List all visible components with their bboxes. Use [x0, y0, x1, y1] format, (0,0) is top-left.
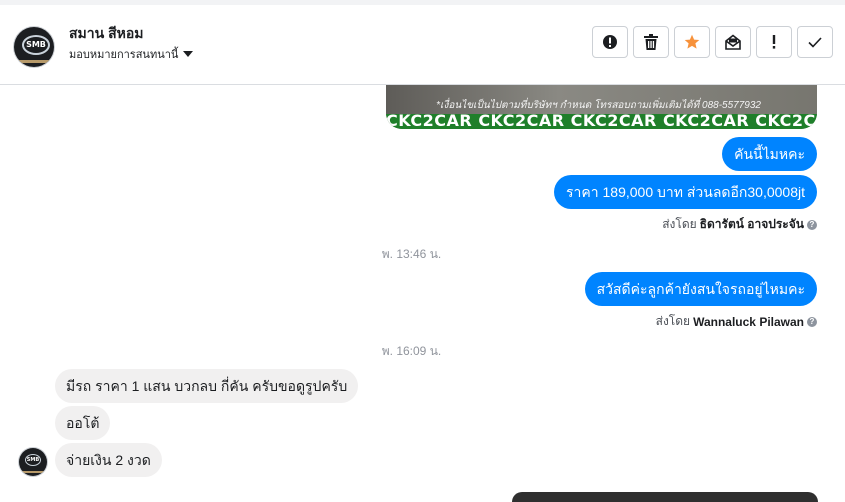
outgoing-message[interactable]: สวัสดีค่ะลูกค้ายังสนใจรถอยู่ไหมคะ	[584, 272, 817, 306]
check-icon	[808, 37, 822, 48]
avatar-logo: SMB	[22, 35, 50, 55]
done-button[interactable]	[797, 26, 833, 58]
contact-name[interactable]: สมาน สีหอม	[69, 23, 144, 45]
next-message-preview[interactable]	[512, 492, 818, 502]
contact-avatar[interactable]: SMB	[19, 448, 47, 476]
spam-button[interactable]	[592, 26, 628, 58]
help-icon[interactable]: ?	[807, 219, 817, 230]
star-button[interactable]	[674, 26, 710, 58]
outgoing-message[interactable]: ราคา 189,000 บาท ส่วนลดอีก30,0008jt	[554, 175, 817, 209]
assign-conversation-dropdown[interactable]: มอบหมายการสนทนานี้	[69, 45, 194, 63]
incoming-message[interactable]: มีรถ ราคา 1 แสน บวกลบ กี่คัน ครับขอดูรูป…	[55, 369, 359, 403]
sender-name[interactable]: Wannaluck Pilawan	[693, 315, 804, 329]
timestamp: พ. 16:09 น.	[381, 344, 442, 358]
caret-down-icon	[183, 51, 194, 57]
image-attachment[interactable]: *เงื่อนไขเป็นไปตามที่บริษัทฯ กำหนด โทรสอ…	[386, 85, 817, 129]
conversation-header: SMB สมาน สีหอม มอบหมายการสนทนานี้	[0, 5, 845, 85]
header-actions	[592, 26, 833, 58]
help-icon[interactable]: ?	[807, 316, 817, 327]
alert-circle-icon	[603, 35, 617, 49]
sent-by-prefix: ส่งโดย	[655, 314, 691, 328]
assign-label: มอบหมายการสนทนานี้	[69, 49, 179, 61]
sender-name[interactable]: ธิดารัตน์ อาจประจัน	[700, 215, 804, 234]
image-brand-strip: CKC2CAR CKC2CAR CKC2CAR CKC2CAR CKC2CAR …	[386, 111, 817, 129]
avatar-logo: SMB	[25, 454, 41, 466]
trash-icon	[644, 34, 658, 50]
important-button[interactable]	[756, 26, 792, 58]
delete-button[interactable]	[633, 26, 669, 58]
avatar-band	[14, 60, 54, 63]
avatar-band	[19, 471, 47, 473]
unread-button[interactable]	[715, 26, 751, 58]
star-icon	[684, 34, 700, 49]
envelope-icon	[725, 34, 741, 50]
incoming-message[interactable]: จ่ายเงิน 2 งวด	[55, 443, 162, 477]
page-avatar[interactable]: SMB	[14, 27, 54, 67]
exclamation-icon	[772, 35, 776, 49]
sent-by-label: ส่งโดย Wannaluck Pilawan ?	[656, 312, 817, 331]
outgoing-message[interactable]: คันนี้ไมหคะ	[722, 137, 817, 171]
message-thread[interactable]: *เงื่อนไขเป็นไปตามที่บริษัทฯ กำหนด โทรสอ…	[0, 85, 845, 502]
incoming-message[interactable]: ออโต้	[55, 406, 111, 440]
timestamp: พ. 13:46 น.	[381, 247, 442, 261]
sent-by-prefix: ส่งโดย	[662, 217, 697, 231]
sent-by-label: ส่งโดย ธิดารัตน์ อาจประจัน ?	[662, 215, 817, 234]
